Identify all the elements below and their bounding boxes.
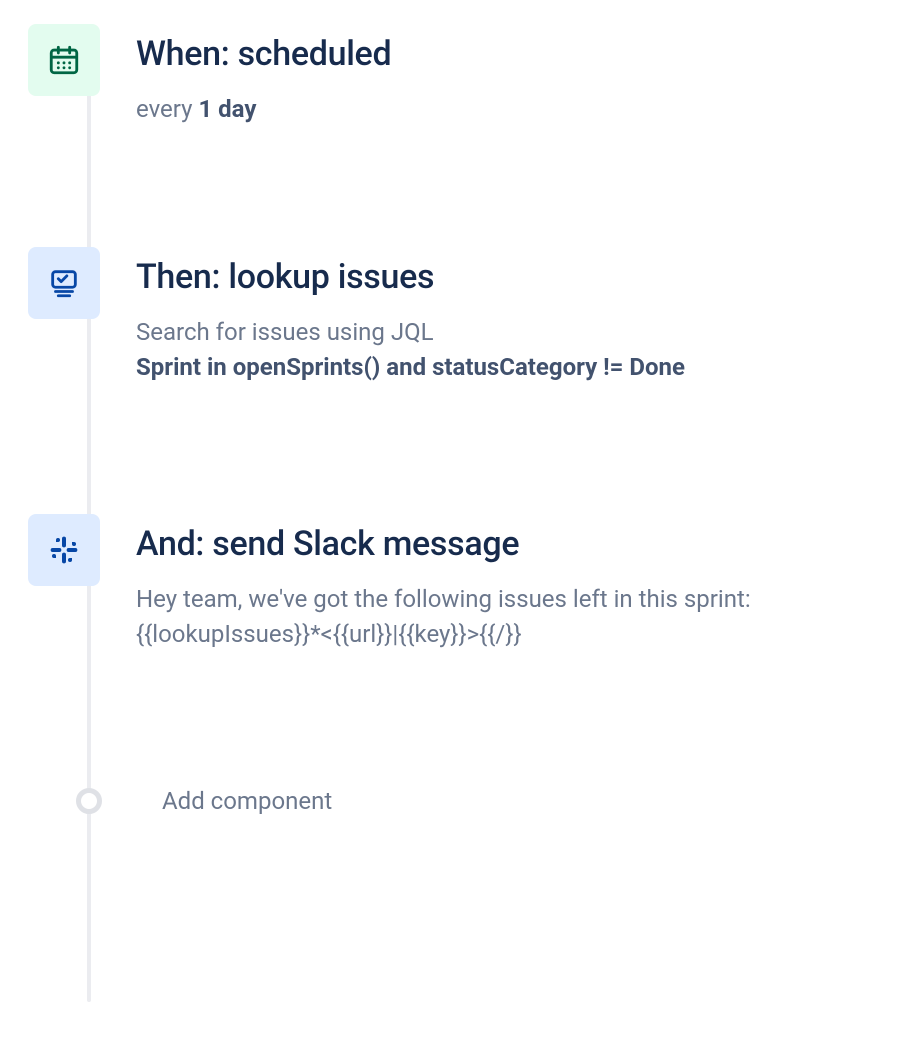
slack-icon-box <box>28 514 100 586</box>
step-description: every 1 day <box>136 92 872 127</box>
trigger-icon-box <box>28 24 100 96</box>
slack-icon <box>48 534 80 566</box>
step-description: Search for issues using JQL Sprint in op… <box>136 315 872 385</box>
automation-step-lookup[interactable]: Then: lookup issues Search for issues us… <box>28 247 872 385</box>
calendar-icon <box>47 43 81 77</box>
automation-step-trigger[interactable]: When: scheduled every 1 day <box>28 24 872 127</box>
automation-step-slack[interactable]: And: send Slack message Hey team, we've … <box>28 514 872 652</box>
step-title: Then: lookup issues <box>136 257 872 297</box>
step-title: When: scheduled <box>136 34 872 74</box>
step-description: Hey team, we've got the following issues… <box>136 582 872 652</box>
lookup-icon-box <box>28 247 100 319</box>
add-component-label: Add component <box>162 787 332 815</box>
add-component-row[interactable]: Add component <box>28 787 872 815</box>
add-component-circle-icon <box>76 788 102 814</box>
lookup-issues-icon <box>47 266 81 300</box>
step-title: And: send Slack message <box>136 524 872 564</box>
